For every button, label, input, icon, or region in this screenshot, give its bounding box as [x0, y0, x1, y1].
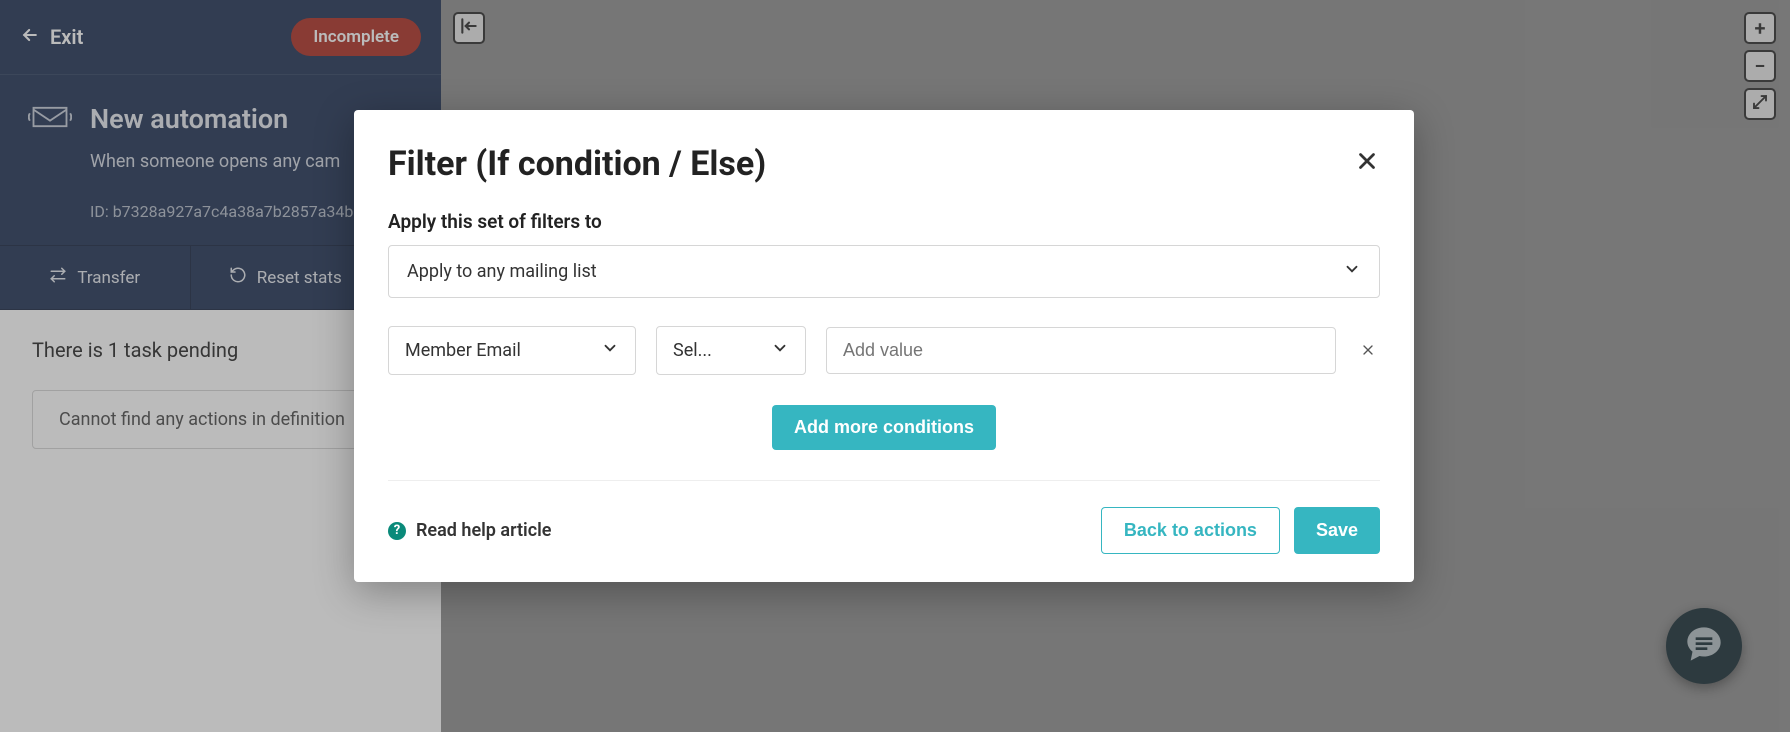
mailing-list-value: Apply to any mailing list	[407, 261, 597, 282]
close-icon	[1354, 147, 1380, 182]
save-button[interactable]: Save	[1294, 507, 1380, 554]
divider	[388, 480, 1380, 481]
condition-operator-select[interactable]: Sel...	[656, 326, 806, 375]
chevron-down-icon	[771, 339, 789, 362]
condition-operator-value: Sel...	[673, 340, 712, 361]
chevron-down-icon	[601, 339, 619, 362]
chat-button[interactable]	[1666, 608, 1742, 684]
back-to-actions-button[interactable]: Back to actions	[1101, 507, 1280, 554]
mailing-list-select[interactable]: Apply to any mailing list	[388, 245, 1380, 298]
add-condition-button[interactable]: Add more conditions	[772, 405, 996, 450]
modal-title: Filter (If condition / Else)	[388, 144, 766, 184]
filter-modal: Filter (If condition / Else) Apply this …	[354, 110, 1414, 582]
condition-row: Member Email Sel...	[388, 326, 1380, 375]
condition-value-input[interactable]	[826, 327, 1336, 374]
condition-field-value: Member Email	[405, 340, 521, 361]
help-article-link[interactable]: ? Read help article	[388, 520, 551, 541]
help-icon: ?	[388, 522, 406, 540]
help-link-label: Read help article	[416, 520, 551, 541]
close-icon	[1360, 339, 1376, 363]
condition-field-select[interactable]: Member Email	[388, 326, 636, 375]
remove-condition-button[interactable]	[1356, 339, 1380, 363]
apply-filters-label: Apply this set of filters to	[388, 210, 1380, 233]
chat-icon	[1684, 624, 1724, 668]
close-button[interactable]	[1354, 148, 1380, 180]
chevron-down-icon	[1343, 260, 1361, 283]
